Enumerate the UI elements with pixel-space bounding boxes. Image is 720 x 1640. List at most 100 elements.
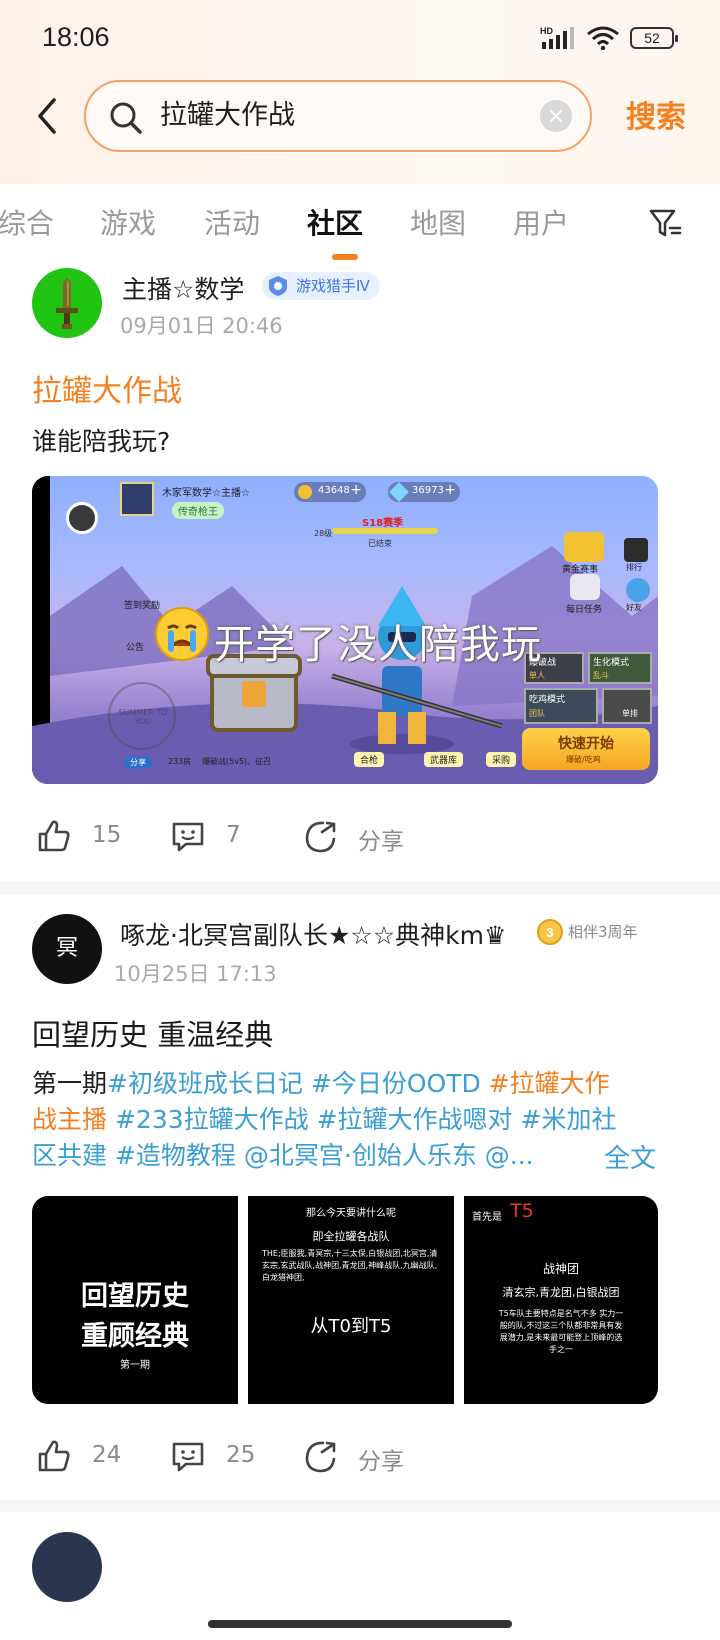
like-button[interactable]: 15 (36, 814, 126, 864)
search-button[interactable]: 搜索 (626, 92, 686, 136)
share-button[interactable]: 分享 (302, 814, 412, 864)
post-image[interactable]: 回望历史 重顾经典 第一期 (32, 1196, 238, 1404)
record-button[interactable] (66, 502, 98, 534)
wifi-icon (587, 26, 619, 50)
gold-match-icon[interactable] (564, 532, 604, 562)
badge-label: 游戏猎手Ⅳ (296, 277, 370, 295)
search-box[interactable] (84, 80, 592, 152)
season-status: 已结束 (368, 539, 392, 548)
post-actions: 15 7 分享 (0, 814, 720, 864)
hashtag-highlight[interactable]: #拉罐大作 (489, 1069, 610, 1098)
room-mode: 爆破战(5v5)、征召 (202, 757, 272, 766)
author-name[interactable]: 主播☆数学 (122, 270, 244, 306)
overlay-caption: 开学了没人陪我玩 (214, 622, 542, 668)
anniversary-number: 3 (546, 925, 553, 940)
post-image[interactable]: 木家军数学☆主播☆ 传奇枪王 43648 + 36973 + S18赛季 28级… (32, 476, 658, 784)
badge-label: 相伴3周年 (568, 923, 638, 941)
share-button[interactable]: 分享 (302, 1434, 412, 1484)
share-room-button[interactable]: 分享 (124, 756, 152, 769)
hashtag[interactable]: #造物教程 (115, 1141, 236, 1170)
friends-button[interactable]: 好友 (626, 602, 642, 613)
avatar[interactable]: 冥 (32, 914, 102, 984)
armory-button[interactable]: 武器库 (424, 752, 464, 767)
add-gem-icon[interactable]: + (444, 482, 456, 498)
tab-all[interactable]: 综合 (0, 202, 54, 242)
comment-button[interactable]: 25 (170, 1434, 260, 1484)
notice-button[interactable]: 公告 (126, 640, 144, 653)
hashtag[interactable]: #今日份OOTD (311, 1069, 481, 1098)
mode-tile[interactable]: 单排 (602, 688, 652, 724)
summer-stamp: SUMMER TO YOU (108, 682, 176, 750)
avatar[interactable] (32, 1532, 102, 1602)
hashtag[interactable]: #米加社 (521, 1105, 617, 1134)
quick-start-button[interactable]: 快速开始 爆破/吃鸡 (522, 728, 650, 770)
hashtag[interactable]: #初级班成长日记 (107, 1069, 303, 1098)
quick-start-label: 快速开始 (558, 736, 614, 752)
hashtag[interactable]: #拉罐大作战嗯对 (317, 1105, 513, 1134)
daily-task-icon[interactable] (570, 574, 600, 600)
post-actions: 24 25 分享 (0, 1434, 720, 1484)
mention[interactable]: @... (485, 1141, 534, 1170)
post-image[interactable]: 首先是 T5 战神团 清玄宗,青龙团,白银战团 T5车队主要特点是名气不多 实力… (464, 1196, 658, 1404)
mention[interactable]: @北冥宫·创始人乐东 (244, 1141, 477, 1170)
battery-icon: 52 (630, 27, 678, 49)
post-separator (0, 1500, 720, 1512)
shop-button[interactable]: 采购 (486, 752, 517, 767)
hashtag-highlight[interactable]: 战主播 (32, 1105, 107, 1134)
image-text: 首先是 (472, 1212, 502, 1223)
image-text: T5车队主要特点是名气不多 实力一般的队,不过这三个队都非常具有发展潜力,是未来… (498, 1309, 624, 1354)
tab-users[interactable]: 用户 (513, 202, 569, 242)
post-image[interactable]: 那么今天要讲什么呢 即全拉罐各战队 THE;臣服我,青冥宗,十三太保,白银战团,… (248, 1196, 454, 1404)
avatar[interactable] (32, 268, 102, 338)
friends-icon[interactable] (626, 578, 650, 602)
stamp-text: SUMMER TO YOU (118, 708, 168, 726)
clear-icon[interactable] (540, 100, 572, 132)
gem-icon (389, 482, 409, 502)
image-text: 第一期 (120, 1360, 150, 1371)
comment-count: 25 (226, 1442, 256, 1468)
active-tab-indicator (332, 254, 358, 260)
gold-counter: 43648 + (294, 482, 366, 502)
share-icon (305, 1441, 336, 1473)
season-level: 28级 (314, 529, 333, 538)
daily-task-button[interactable]: 每日任务 (566, 602, 602, 615)
image-text: 清玄宗,青龙团,白银战团 (502, 1286, 620, 1299)
coin-icon (298, 485, 312, 499)
merge-gun-button[interactable]: 合枪 (354, 752, 385, 767)
post-text[interactable]: 谁能陪我玩? (32, 422, 170, 458)
search-input[interactable] (160, 82, 500, 150)
post-text-plain: 第一期 (32, 1069, 108, 1098)
image-text: T5 (510, 1200, 534, 1222)
post-text[interactable]: 第一期#初级班成长日记 #今日份OOTD #拉罐大作 战主播 #233拉罐大作战… (32, 1066, 616, 1174)
share-label: 分享 (358, 1449, 404, 1475)
image-text: 从T0到T5 (310, 1316, 392, 1337)
tab-maps[interactable]: 地图 (410, 202, 466, 242)
expand-full-text-link[interactable]: 全文 (604, 1138, 656, 1175)
like-button[interactable]: 24 (36, 1434, 126, 1484)
author-name[interactable]: 啄龙·北冥宫副队长★☆☆典神km♛ (120, 916, 506, 952)
rank-button[interactable]: 排行 (626, 562, 642, 573)
search-icon (110, 102, 142, 134)
comment-icon (172, 822, 204, 852)
hashtag[interactable]: #233拉罐大作战 (115, 1105, 309, 1134)
mode-label: 吃鸡模式 (529, 695, 566, 705)
hashtag[interactable]: 区共建 (32, 1141, 107, 1170)
rank-icon[interactable] (624, 538, 648, 562)
post-title[interactable]: 拉罐大作战 (32, 366, 182, 410)
tab-games[interactable]: 游戏 (100, 202, 156, 242)
home-indicator[interactable] (208, 1620, 512, 1628)
player-avatar[interactable] (120, 482, 154, 516)
post-card[interactable]: 冥 啄龙·北冥宫副队长★☆☆典神km♛ 3 相伴3周年 10月25日 17:13… (0, 894, 720, 1500)
comment-button[interactable]: 7 (170, 814, 260, 864)
mode-tile[interactable]: 吃鸡模式 团队 (524, 688, 598, 724)
post-title[interactable]: 回望历史 重温经典 (32, 1012, 273, 1054)
tab-events[interactable]: 活动 (204, 202, 260, 242)
add-gold-icon[interactable]: + (350, 482, 362, 498)
post-card[interactable]: 主播☆数学 游戏猎手Ⅳ 09月01日 20:46 拉罐大作战 谁能陪我玩? 木家… (0, 262, 720, 882)
back-arrow-icon[interactable] (30, 94, 64, 138)
filter-icon[interactable] (648, 206, 682, 240)
tab-community[interactable]: 社区 (307, 202, 363, 242)
sword-icon (56, 278, 78, 329)
mode-tile[interactable]: 生化模式 乱斗 (588, 652, 652, 684)
signal-icon: HD (540, 26, 574, 49)
